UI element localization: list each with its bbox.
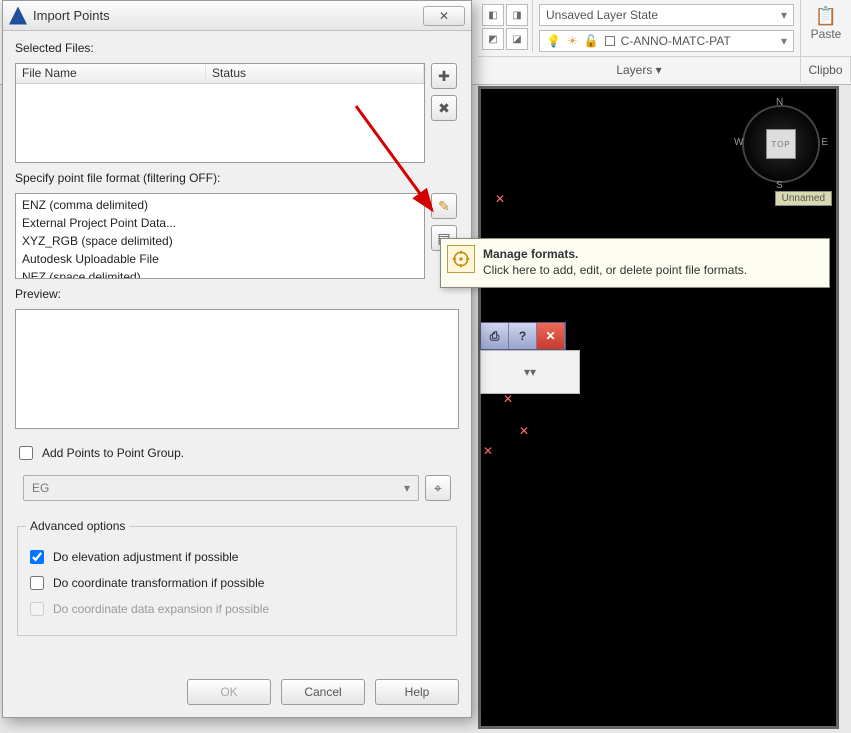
toolbar-help-icon[interactable]: ? [509,323,537,349]
col-filename[interactable]: File Name [16,64,206,83]
point-group-value: EG [32,481,49,495]
manage-formats-button[interactable]: ✎ [431,193,457,219]
layer-state-dropdown[interactable]: Unsaved Layer State ▾ [539,4,794,26]
point-marker: ✕ [483,445,493,457]
expand-icon: ▾▾ [524,365,536,379]
viewcube-top-face[interactable]: TOP [766,129,796,159]
layer-tool-icon[interactable]: ◧ [482,4,504,26]
col-status[interactable]: Status [206,64,424,83]
compass-e: E [821,137,828,148]
panel-label-layers[interactable]: Layers ▾ [478,57,801,82]
current-layer-value: C-ANNO-MATC-PAT [621,34,731,48]
view-name-tag[interactable]: Unnamed [775,191,832,206]
add-to-group-row[interactable]: Add Points to Point Group. [15,443,459,463]
point-marker: ✕ [495,193,505,205]
format-item[interactable]: ENZ (comma delimited) [16,196,424,214]
opt-expand-checkbox [30,602,44,616]
paste-label: Paste [801,27,851,41]
cancel-button[interactable]: Cancel [281,679,365,705]
layer-tool-icon[interactable]: ◩ [482,28,504,50]
chevron-down-icon: ▾ [781,34,787,48]
model-viewport[interactable]: TOP N S E W Unnamed ✕ ✕ ✕ ✕ [478,86,839,729]
ribbon-layers-panel: ◧ ◨ ◩ ◪ Unsaved Layer State ▾ 💡 ☀ 🔓 C-AN… [478,0,851,60]
point-marker: ✕ [503,393,513,405]
preview-label: Preview: [15,287,459,301]
current-layer-dropdown[interactable]: 💡 ☀ 🔓 C-ANNO-MATC-PAT ▾ [539,30,794,52]
lock-icon: 🔓 [584,34,599,48]
layer-tool-icon[interactable]: ◨ [506,4,528,26]
point-group-dropdown[interactable]: EG ▾ [23,475,419,501]
layer-tool-icon[interactable]: ◪ [506,28,528,50]
clipboard-icon: 📋 [801,6,851,27]
opt-coord-checkbox[interactable] [30,576,44,590]
floating-toolbar[interactable]: ⎙ ? ✕ [480,322,566,350]
dialog-close-button[interactable]: ✕ [423,6,465,26]
advanced-options-group: Advanced options Do elevation adjustment… [17,519,457,636]
format-label: Specify point file format (filtering OFF… [15,171,459,185]
dialog-title: Import Points [33,8,110,23]
preview-box [15,309,459,429]
layer-dropdowns: Unsaved Layer State ▾ 💡 ☀ 🔓 C-ANNO-MATC-… [533,0,801,60]
ok-button[interactable]: OK [187,679,271,705]
format-item[interactable]: Autodesk Uploadable File [16,250,424,268]
lightbulb-icon: 💡 [546,34,561,48]
format-item[interactable]: External Project Point Data... [16,214,424,232]
dialog-titlebar[interactable]: Import Points ✕ [3,1,471,31]
format-item[interactable]: NEZ (space delimited) [16,268,424,279]
layer-state-value: Unsaved Layer State [546,8,658,22]
opt-coord-label: Do coordinate transformation if possible [53,576,264,590]
opt-elev-checkbox[interactable] [30,550,44,564]
compass-n: N [776,97,783,108]
opt-expand-label: Do coordinate data expansion if possible [53,602,269,616]
point-marker: ✕ [519,425,529,437]
selected-files-table[interactable]: File Name Status [15,63,425,163]
pick-group-button[interactable]: ⌖ [425,475,451,501]
compass-w: W [734,137,743,148]
tooltip-icon [447,245,475,273]
floating-panel-collapsed[interactable]: ▾▾ [480,350,580,394]
remove-file-button[interactable]: ✖ [431,95,457,121]
paste-button[interactable]: 📋 Paste [801,0,851,60]
opt-coord-row[interactable]: Do coordinate transformation if possible [26,573,448,593]
add-to-group-checkbox[interactable] [19,446,33,460]
help-button[interactable]: Help [375,679,459,705]
toolbar-close-icon[interactable]: ✕ [537,323,565,349]
dialog-button-row: OK Cancel Help [3,669,471,717]
advanced-legend: Advanced options [26,519,129,533]
tooltip-title: Manage formats. [483,247,817,261]
format-item[interactable]: XYZ_RGB (space delimited) [16,232,424,250]
chevron-down-icon: ▾ [404,481,410,495]
app-icon [9,7,27,25]
add-to-group-label: Add Points to Point Group. [42,446,184,460]
ribbon-icon-grid: ◧ ◨ ◩ ◪ [478,0,533,52]
opt-expand-row: Do coordinate data expansion if possible [26,599,448,619]
point-format-list[interactable]: ENZ (comma delimited) External Project P… [15,193,425,279]
opt-elev-label: Do elevation adjustment if possible [53,550,238,564]
viewcube[interactable]: TOP N S E W [736,99,826,189]
manage-formats-tooltip: Manage formats. Click here to add, edit,… [440,238,830,288]
chevron-down-icon: ▾ [781,8,787,22]
table-header: File Name Status [16,64,424,84]
panel-label-clipboard[interactable]: Clipbo [801,57,851,82]
selected-files-label: Selected Files: [15,41,459,55]
sun-icon: ☀ [567,34,578,48]
compass-s: S [776,180,783,191]
ribbon-panel-labels: Layers ▾ Clipbo [478,56,851,82]
toolbar-print-icon[interactable]: ⎙ [481,323,509,349]
import-points-dialog: Import Points ✕ Selected Files: File Nam… [2,0,472,718]
tooltip-body: Click here to add, edit, or delete point… [483,263,817,277]
add-file-button[interactable]: ✚ [431,63,457,89]
layer-color-swatch [605,36,615,46]
opt-elev-row[interactable]: Do elevation adjustment if possible [26,547,448,567]
